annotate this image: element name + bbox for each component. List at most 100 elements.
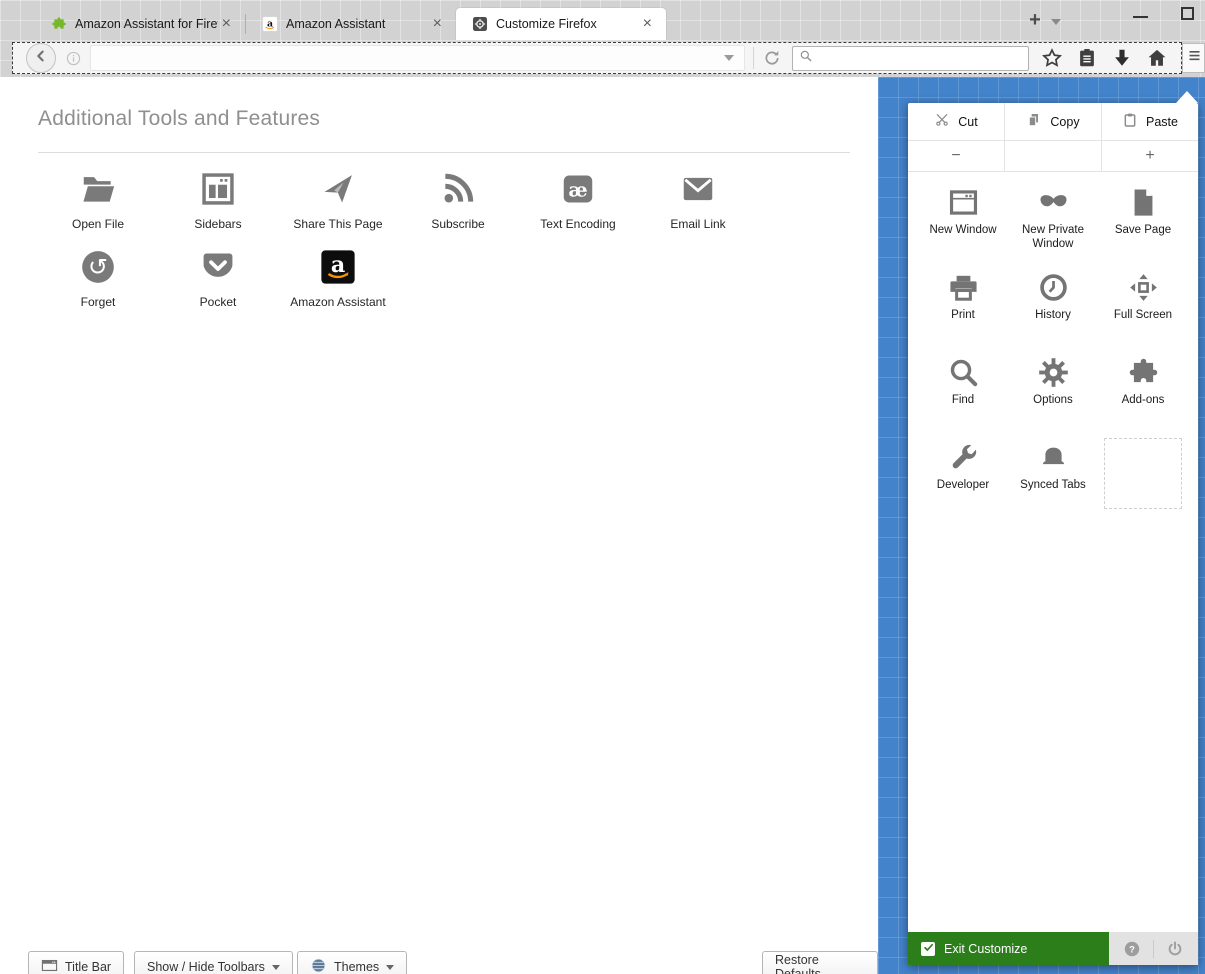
wrench-icon <box>947 437 980 477</box>
menu-button[interactable] <box>1182 43 1205 73</box>
zoom-out-button[interactable]: − <box>908 141 1004 171</box>
synced-tabs-icon <box>1037 437 1070 477</box>
palette-item-amazon-assistant[interactable]: a Amazon Assistant <box>278 243 398 321</box>
tab-title: Amazon Assistant <box>286 17 386 31</box>
restore-defaults-button[interactable]: Restore Defaults <box>762 951 878 974</box>
panel-empty-slot[interactable] <box>1098 437 1188 522</box>
minimize-button[interactable] <box>1133 16 1148 18</box>
zoom-in-button[interactable]: + <box>1101 141 1198 171</box>
palette-item-open-file[interactable]: Open File <box>38 165 158 243</box>
exit-customize-button[interactable]: Exit Customize <box>908 932 1109 965</box>
refresh-icon[interactable] <box>762 48 782 68</box>
panel-anchor-arrow <box>1176 91 1198 103</box>
panel-item-print[interactable]: Print <box>918 267 1008 352</box>
bookmark-star-icon[interactable] <box>1041 47 1063 69</box>
close-icon[interactable]: × <box>218 16 235 32</box>
clock-icon <box>1037 267 1070 307</box>
dropdown-caret-icon <box>271 964 280 970</box>
palette-item-share[interactable]: Share This Page <box>278 165 398 243</box>
tab-title: Amazon Assistant for Firef… <box>75 17 218 31</box>
paste-button[interactable]: Paste <box>1101 103 1198 140</box>
svg-text:a: a <box>331 252 345 278</box>
copy-button[interactable]: Copy <box>1004 103 1101 140</box>
search-input[interactable] <box>819 46 1028 70</box>
downloads-icon[interactable] <box>1111 47 1133 69</box>
bookmarks-menu-icon[interactable] <box>1076 47 1098 69</box>
help-icon[interactable]: ? <box>1123 940 1141 958</box>
panel-item-full-screen[interactable]: Full Screen <box>1098 267 1188 352</box>
palette-item-text-encoding[interactable]: æ Text Encoding <box>518 165 638 243</box>
url-bar[interactable] <box>90 45 745 71</box>
panel-item-save-page[interactable]: Save Page <box>1098 182 1188 267</box>
svg-text:?: ? <box>1129 944 1135 954</box>
tab-amazon-assistant[interactable]: a Amazon Assistant × <box>246 8 456 40</box>
footer-separator <box>1153 939 1154 958</box>
magnifier-icon <box>947 352 980 392</box>
tab-amazon-assistant-addon[interactable]: Amazon Assistant for Firef… × <box>35 8 245 40</box>
home-icon[interactable] <box>1146 47 1168 69</box>
puzzle-icon <box>1127 352 1160 392</box>
window-icon <box>947 182 980 222</box>
dropdown-caret-icon <box>386 964 395 970</box>
zoom-controls-row: − + <box>908 141 1198 172</box>
folder-icon <box>79 165 117 213</box>
show-hide-toolbars-button[interactable]: Show / Hide Toolbars <box>134 951 293 974</box>
panel-item-synced-tabs[interactable]: Synced Tabs <box>1008 437 1098 522</box>
navigation-toolbar <box>0 40 1205 77</box>
info-icon <box>65 50 82 67</box>
urlbar-dropdown-icon[interactable] <box>724 55 734 61</box>
globe-icon <box>310 957 327 974</box>
text-encoding-icon: æ <box>559 165 597 213</box>
pocket-icon <box>199 243 237 291</box>
page-icon <box>1127 182 1160 222</box>
back-arrow-icon <box>33 48 49 69</box>
amazon-favicon-icon: a <box>262 16 278 32</box>
rss-icon <box>439 165 477 213</box>
close-icon[interactable]: × <box>639 16 656 32</box>
panel-item-history[interactable]: History <box>1008 267 1098 352</box>
tab-bar: Amazon Assistant for Firef… × a Amazon A… <box>0 0 1205 40</box>
panel-item-new-window[interactable]: New Window <box>918 182 1008 267</box>
palette-grid: Open File Sidebars Share This Page Subsc… <box>38 165 758 321</box>
palette-item-sidebars[interactable]: Sidebars <box>158 165 278 243</box>
tab-customize-firefox[interactable]: Customize Firefox × <box>456 8 666 40</box>
panel-grid: New Window New Private Window Save Page … <box>908 182 1198 522</box>
cut-button[interactable]: Cut <box>908 103 1004 140</box>
palette-item-forget[interactable]: ↺ Forget <box>38 243 158 321</box>
search-box[interactable] <box>792 45 1029 71</box>
panel-item-find[interactable]: Find <box>918 352 1008 437</box>
gear-icon <box>1037 352 1070 392</box>
power-icon[interactable] <box>1166 940 1184 958</box>
envelope-icon <box>679 165 717 213</box>
paper-plane-icon <box>319 165 357 213</box>
customizable-toolbar-area <box>12 42 1182 74</box>
palette-item-subscribe[interactable]: Subscribe <box>398 165 518 243</box>
title-bar-button[interactable]: Title Bar <box>28 951 125 974</box>
tab-list-dropdown-icon[interactable] <box>1051 19 1061 25</box>
back-button[interactable] <box>26 43 56 73</box>
panel-item-new-private-window[interactable]: New Private Window <box>1008 182 1098 267</box>
panel-item-options[interactable]: Options <box>1008 352 1098 437</box>
search-icon <box>793 49 819 68</box>
panel-item-add-ons[interactable]: Add-ons <box>1098 352 1188 437</box>
history-back-icon: ↺ <box>79 243 117 291</box>
panel-footer-right: ? <box>1109 932 1198 965</box>
gear-favicon-icon <box>472 16 488 32</box>
maximize-button[interactable] <box>1181 7 1194 20</box>
new-tab-button[interactable]: + <box>1022 9 1048 33</box>
panel-item-developer[interactable]: Developer <box>918 437 1008 522</box>
hamburger-icon <box>1187 48 1202 68</box>
firefox-window: Amazon Assistant for Firef… × a Amazon A… <box>0 0 1205 974</box>
sidebars-icon <box>199 165 237 213</box>
mask-icon <box>1037 182 1070 222</box>
tab-title: Customize Firefox <box>496 17 597 31</box>
puzzle-green-icon <box>51 16 67 32</box>
svg-text:æ: æ <box>568 177 587 201</box>
themes-button[interactable]: Themes <box>297 951 408 974</box>
zoom-level-display <box>1004 141 1101 171</box>
palette-item-email-link[interactable]: Email Link <box>638 165 758 243</box>
svg-text:↺: ↺ <box>88 253 108 281</box>
close-icon[interactable]: × <box>429 16 446 32</box>
palette-item-pocket[interactable]: Pocket <box>158 243 278 321</box>
toolbar-separator <box>753 47 754 69</box>
